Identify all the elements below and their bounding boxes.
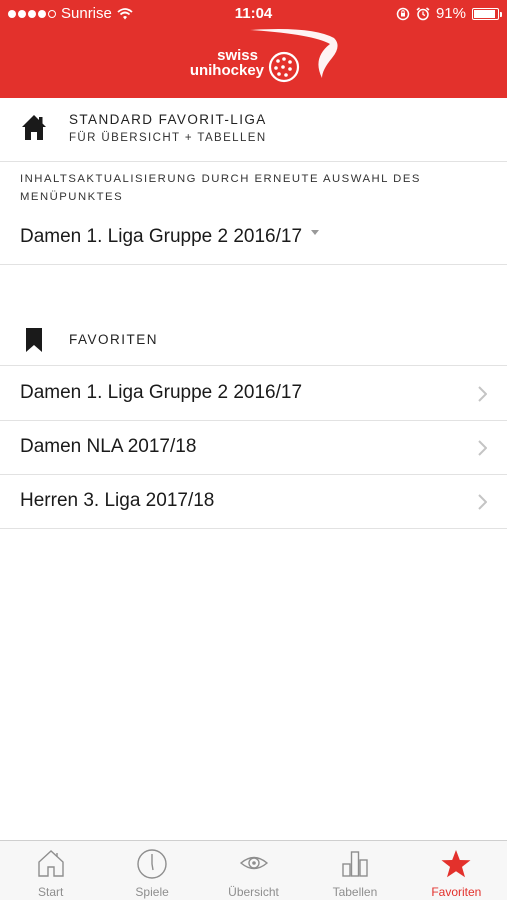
app-header: Sunrise 11:04 91% swiss unihockey <box>0 0 507 98</box>
tab-start[interactable]: Start <box>0 841 101 900</box>
floorball-logo-icon <box>250 29 338 83</box>
favorites-label: FAVORITEN <box>69 332 159 347</box>
tab-favoriten[interactable]: Favoriten <box>406 841 507 900</box>
tab-label: Start <box>38 885 64 899</box>
tab-bar: Start Spiele Übersicht Tabellen Favorite… <box>0 840 507 900</box>
clock-icon <box>137 849 167 879</box>
favorite-item[interactable]: Herren 3. Liga 2017/18 <box>0 475 507 529</box>
favorites-list: Damen 1. Liga Gruppe 2 2016/17 Damen NLA… <box>0 367 507 529</box>
favorite-item-label: Herren 3. Liga 2017/18 <box>20 490 215 511</box>
favorites-header: FAVORITEN <box>0 320 507 366</box>
default-league-subtitle: FÜR ÜBERSICHT + TABELLEN <box>69 132 267 144</box>
home-icon <box>22 115 46 140</box>
battery-fill <box>474 9 495 18</box>
rotation-lock-icon <box>396 7 410 20</box>
eye-icon <box>239 856 268 870</box>
default-league-header: STANDARD FAVORIT-LIGA FÜR ÜBERSICHT + TA… <box>0 98 507 162</box>
star-icon <box>441 850 471 878</box>
tab-label: Spiele <box>135 885 169 899</box>
swiss-unihockey-logo: swiss unihockey <box>172 28 342 88</box>
favorite-item-label: Damen NLA 2017/18 <box>20 436 197 457</box>
tab-label: Übersicht <box>228 885 279 899</box>
default-league-title: STANDARD FAVORIT-LIGA <box>69 112 267 127</box>
battery-percentage: 91% <box>435 5 466 22</box>
bar-chart-icon <box>342 851 368 877</box>
status-bar: Sunrise 11:04 91% <box>0 0 507 26</box>
tab-uebersicht[interactable]: Übersicht <box>203 841 304 900</box>
divider <box>0 264 507 265</box>
refresh-info-text: INHALTSAKTUALISIERUNG DURCH ERNEUTE AUSW… <box>20 173 421 203</box>
status-bar-right: 91% <box>396 5 502 22</box>
favorite-item-label: Damen 1. Liga Gruppe 2 2016/17 <box>20 382 303 403</box>
tab-spiele[interactable]: Spiele <box>101 841 202 900</box>
bookmark-icon <box>26 328 42 352</box>
favorite-item[interactable]: Damen 1. Liga Gruppe 2 2016/17 <box>0 367 507 421</box>
default-league-selected-value: Damen 1. Liga Gruppe 2 2016/17 <box>20 226 303 247</box>
chevron-right-icon <box>478 494 487 510</box>
home-outline-icon <box>38 850 64 877</box>
tab-tabellen[interactable]: Tabellen <box>304 841 405 900</box>
favorite-item[interactable]: Damen NLA 2017/18 <box>0 421 507 475</box>
chevron-right-icon <box>478 440 487 456</box>
battery-icon <box>472 7 502 20</box>
alarm-icon <box>416 6 430 20</box>
default-league-select[interactable]: Damen 1. Liga Gruppe 2 2016/17 <box>20 226 320 248</box>
tab-label: Favoriten <box>431 885 482 899</box>
dropdown-caret-icon <box>311 229 320 235</box>
tab-label: Tabellen <box>332 885 378 899</box>
chevron-right-icon <box>478 386 487 402</box>
